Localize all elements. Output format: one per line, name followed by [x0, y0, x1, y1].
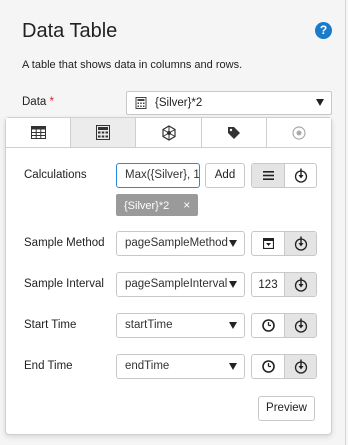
help-icon[interactable]: ? — [315, 22, 332, 39]
data-field-label: Data * — [22, 96, 54, 108]
tag-icon — [227, 126, 240, 139]
calculation-chip: {Silver}*2 × — [116, 194, 199, 216]
chevron-down-icon — [316, 99, 324, 106]
start-time-select[interactable]: startTime — [116, 313, 245, 338]
chevron-down-icon — [229, 363, 237, 370]
tab-other[interactable] — [266, 118, 332, 147]
sample-method-toggle — [251, 231, 317, 256]
tab-tag[interactable] — [201, 118, 267, 147]
add-calculation-button[interactable]: Add — [205, 163, 245, 188]
binding-mode-button[interactable] — [284, 273, 316, 296]
chevron-down-icon — [229, 281, 237, 288]
tab-table[interactable] — [6, 118, 72, 147]
network-icon — [161, 124, 176, 141]
clock-mode-button[interactable] — [252, 314, 284, 337]
sample-interval-select[interactable]: pageSampleInterval — [116, 272, 245, 297]
sample-method-label: Sample Method — [24, 237, 105, 249]
sample-interval-label: Sample Interval — [24, 278, 104, 290]
binding-mode-button[interactable] — [284, 355, 316, 378]
calculation-input-value: Max({Silver}, 1 — [125, 169, 199, 181]
sample-method-select[interactable]: pageSampleMethod — [116, 231, 245, 256]
end-time-value: endTime — [125, 360, 170, 372]
dropdown-mode-button[interactable] — [252, 232, 284, 255]
calculation-mode-toggle — [251, 163, 317, 188]
list-mode-button[interactable] — [252, 164, 284, 187]
number-mode-button[interactable]: 123 — [252, 273, 284, 296]
sample-interval-value: pageSampleInterval — [125, 278, 228, 290]
binding-mode-button[interactable] — [284, 164, 316, 187]
source-tabs — [6, 118, 332, 148]
calculator-icon — [96, 125, 111, 140]
start-time-label: Start Time — [24, 319, 77, 331]
chip-remove-icon[interactable]: × — [183, 198, 190, 212]
panel-description: A table that shows data in columns and r… — [22, 59, 243, 71]
table-icon — [30, 126, 46, 139]
calculations-label: Calculations — [24, 169, 87, 181]
calculator-icon — [135, 97, 147, 109]
sample-interval-toggle: 123 — [251, 272, 317, 297]
dropdown-box-icon — [262, 238, 274, 249]
binding-mode-button[interactable] — [284, 232, 316, 255]
data-label-text: Data — [22, 96, 47, 108]
tab-calculator[interactable] — [71, 118, 137, 147]
required-marker: * — [49, 96, 54, 108]
power-bind-icon — [294, 168, 307, 183]
list-icon — [262, 171, 274, 180]
tab-network[interactable] — [136, 118, 202, 147]
data-source-select[interactable]: {Silver}*2 — [126, 91, 332, 115]
data-source-value: {Silver}*2 — [155, 97, 203, 109]
end-time-label: End Time — [24, 360, 73, 372]
power-bind-icon — [294, 359, 307, 374]
clock-mode-button[interactable] — [252, 355, 284, 378]
data-source-popup: Calculations Max({Silver}, 1 Add {Silver… — [5, 117, 332, 435]
clock-icon — [261, 319, 275, 332]
calculation-input[interactable]: Max({Silver}, 1 — [116, 163, 200, 188]
clock-icon — [261, 360, 275, 373]
end-time-toggle — [251, 354, 317, 379]
sample-method-value: pageSampleMethod — [125, 237, 228, 249]
power-bind-icon — [294, 236, 307, 251]
preview-button[interactable]: Preview — [258, 396, 315, 421]
start-time-toggle — [251, 313, 317, 338]
radio-target-icon — [292, 125, 306, 140]
binding-mode-button[interactable] — [284, 314, 316, 337]
panel-title: Data Table — [22, 20, 118, 42]
chevron-down-icon — [229, 322, 237, 329]
end-time-select[interactable]: endTime — [116, 354, 245, 379]
chevron-down-icon — [229, 240, 237, 247]
power-bind-icon — [294, 277, 307, 292]
start-time-value: startTime — [125, 319, 173, 331]
chip-label: {Silver}*2 — [124, 200, 170, 212]
power-bind-icon — [294, 318, 307, 333]
